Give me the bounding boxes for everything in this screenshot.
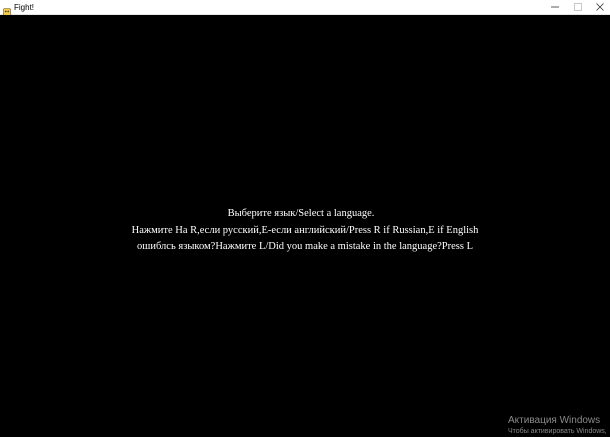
close-icon [596, 3, 604, 11]
minimize-icon [551, 3, 559, 11]
app-icon [3, 3, 11, 16]
close-button[interactable] [585, 0, 610, 14]
app-window: Fight! Выберите язык/Select a language. … [0, 0, 610, 437]
language-prompt-correction: ошиблсь языком?Нажмите L/Did you make a … [137, 241, 473, 252]
maximize-icon [574, 3, 582, 11]
window-title: Fight! [14, 3, 35, 12]
title-bar[interactable]: Fight! [0, 0, 610, 16]
windows-activation-watermark: Активация Windows Чтобы активировать Win… [508, 415, 607, 436]
language-prompt-title: Выберите язык/Select a language. [227, 208, 375, 219]
game-canvas[interactable]: Выберите язык/Select a language. Нажмите… [0, 15, 610, 437]
activation-subtitle: Чтобы активировать Windows, [508, 428, 607, 435]
activation-title: Активация Windows [508, 415, 601, 426]
language-prompt-instructions: Нажмите На R,если русский,E-если английс… [131, 225, 479, 236]
